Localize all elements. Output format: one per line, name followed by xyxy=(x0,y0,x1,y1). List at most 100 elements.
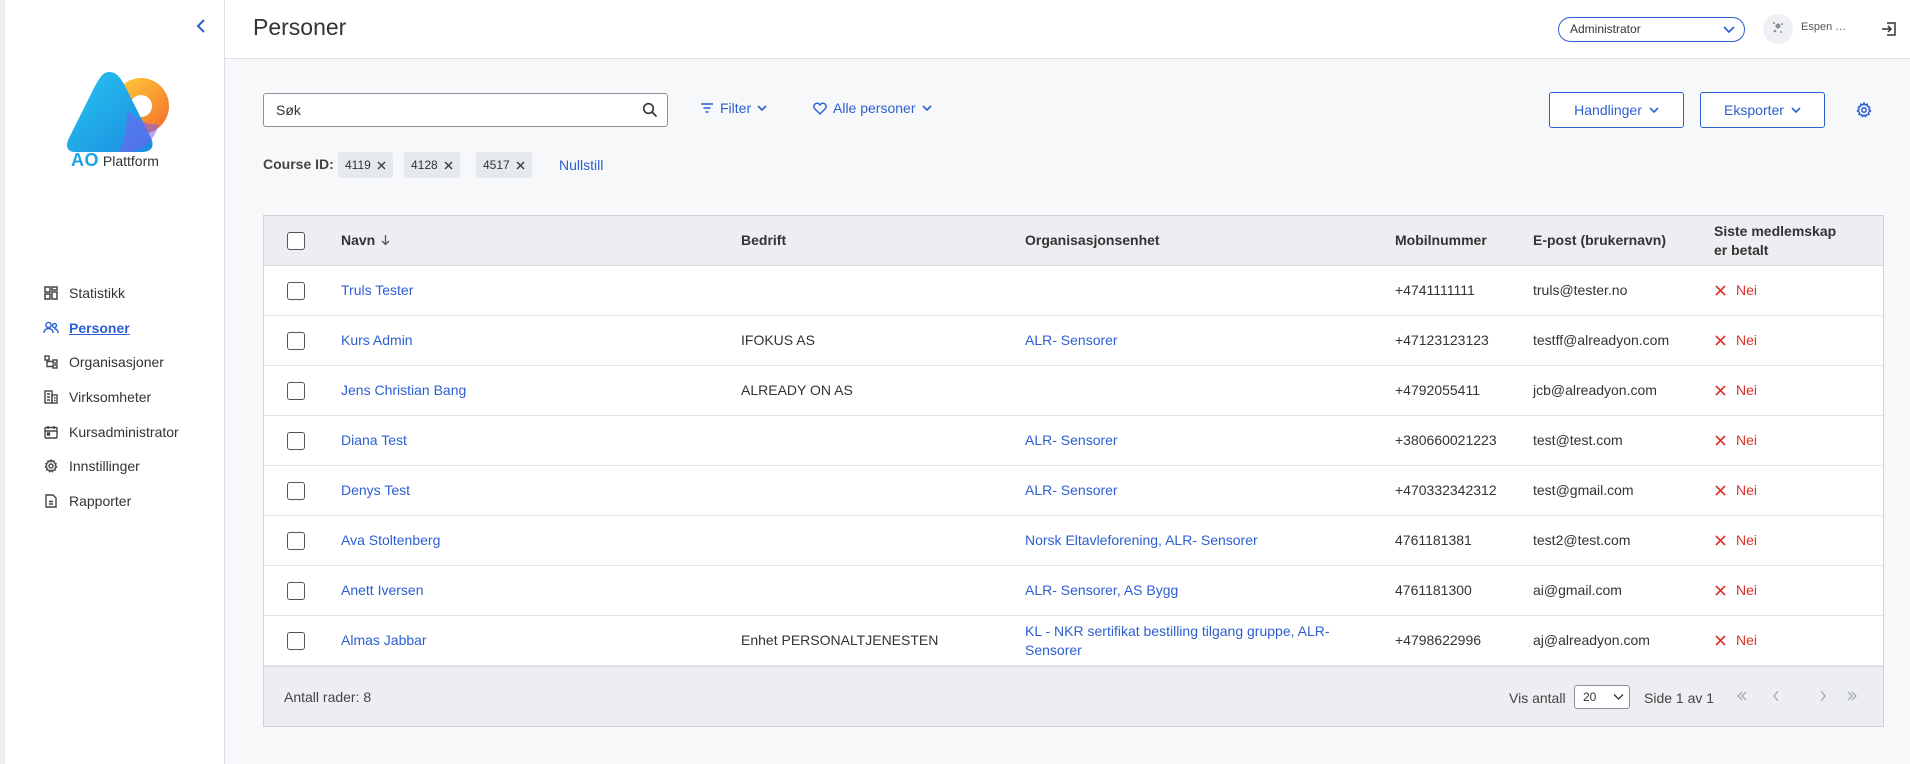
membership-status-text: Nei xyxy=(1736,632,1758,648)
close-icon[interactable] xyxy=(516,161,525,170)
chevrons-left-icon xyxy=(1737,691,1747,701)
sidebar-item-label: Personer xyxy=(69,319,130,336)
membership-status-text: Nei xyxy=(1736,582,1758,598)
search-input[interactable] xyxy=(264,94,624,126)
org-unit-link[interactable]: KL - NKR sertifikat bestilling tilgang g… xyxy=(1025,622,1355,660)
role-select[interactable]: Administrator xyxy=(1558,17,1745,42)
export-button[interactable]: Eksporter xyxy=(1700,92,1825,128)
table-row[interactable]: Kurs Admin IFOKUS AS ALR- Sensorer +4712… xyxy=(264,316,1883,366)
view-select-button[interactable]: Alle personer xyxy=(813,100,938,116)
close-icon[interactable] xyxy=(444,161,453,170)
row-checkbox[interactable] xyxy=(287,282,305,300)
table-row[interactable]: Denys Test ALR- Sensorer +470332342312 t… xyxy=(264,466,1883,516)
page-size-select[interactable]: 20 xyxy=(1574,685,1630,709)
next-page-button[interactable] xyxy=(1815,688,1831,704)
membership-status: Nei xyxy=(1715,632,1757,648)
close-icon xyxy=(1715,484,1726,496)
row-checkbox[interactable] xyxy=(287,582,305,600)
table-row[interactable]: Anett Iversen ALR- Sensorer, AS Bygg 476… xyxy=(264,566,1883,616)
column-header-name[interactable]: Navn xyxy=(341,232,390,248)
person-name-link[interactable]: Truls Tester xyxy=(341,282,413,298)
mobile-cell: 4761181381 xyxy=(1395,532,1472,548)
sidebar-item-statistikk[interactable]: Statistikk xyxy=(43,276,179,311)
sidebar-item-organisasjoner[interactable]: Organisasjoner xyxy=(43,345,179,380)
close-icon xyxy=(1715,534,1726,546)
membership-status-text: Nei xyxy=(1736,532,1758,548)
person-name-link[interactable]: Anett Iversen xyxy=(341,582,424,598)
report-icon xyxy=(43,493,59,509)
filter-chip: 4128 xyxy=(404,152,460,178)
membership-status: Nei xyxy=(1715,582,1757,598)
company-cell: Enhet PERSONALTJENESTEN xyxy=(741,632,939,648)
sidebar-item-virksomheter[interactable]: Virksomheter xyxy=(43,380,179,415)
collapse-sidebar-button[interactable] xyxy=(191,14,211,38)
first-page-button[interactable] xyxy=(1734,688,1750,704)
person-name-link[interactable]: Denys Test xyxy=(341,482,410,498)
org-unit-link[interactable]: ALR- Sensorer, AS Bygg xyxy=(1025,582,1178,598)
view-label: Alle personer xyxy=(833,100,916,116)
table-row[interactable]: Truls Tester +4741111111 truls@tester.no… xyxy=(264,266,1883,316)
last-page-button[interactable] xyxy=(1844,688,1860,704)
person-name-link[interactable]: Kurs Admin xyxy=(341,332,413,348)
sidebar-item-rapporter[interactable]: Rapporter xyxy=(43,484,179,519)
search-icon[interactable] xyxy=(642,102,658,118)
membership-status: Nei xyxy=(1715,332,1757,348)
select-all-checkbox[interactable] xyxy=(287,232,305,250)
mobile-cell: 4761181300 xyxy=(1395,582,1472,598)
person-name-link[interactable]: Ava Stoltenberg xyxy=(341,532,440,548)
mobile-cell: +4798622996 xyxy=(1395,632,1482,648)
column-header-org-unit[interactable]: Organisasjonsenhet xyxy=(1025,232,1160,248)
column-header-email[interactable]: E-post (brukernavn) xyxy=(1533,232,1666,248)
table-row[interactable]: Diana Test ALR- Sensorer +380660021223 t… xyxy=(264,416,1883,466)
column-header-mobile[interactable]: Mobilnummer xyxy=(1395,232,1487,248)
membership-status: Nei xyxy=(1715,532,1757,548)
row-checkbox[interactable] xyxy=(287,382,305,400)
org-unit-link[interactable]: Norsk Eltavleforening, ALR- Sensorer xyxy=(1025,532,1258,548)
sidebar-item-personer[interactable]: Personer xyxy=(43,311,179,346)
close-icon xyxy=(1715,334,1726,346)
previous-page-button[interactable] xyxy=(1768,688,1784,704)
reset-filters-link[interactable]: Nullstill xyxy=(559,157,603,173)
person-name-link[interactable]: Almas Jabbar xyxy=(341,632,427,648)
row-checkbox[interactable] xyxy=(287,332,305,350)
person-name-link[interactable]: Jens Christian Bang xyxy=(341,382,466,398)
chevrons-right-icon xyxy=(1847,691,1857,701)
logout-button[interactable] xyxy=(1880,20,1898,38)
email-cell: test2@test.com xyxy=(1533,532,1631,548)
row-checkbox[interactable] xyxy=(287,632,305,650)
role-select-value: Administrator xyxy=(1570,22,1641,36)
search-box xyxy=(263,93,668,127)
table-row[interactable]: Almas Jabbar Enhet PERSONALTJENESTEN KL … xyxy=(264,616,1883,666)
actions-button[interactable]: Handlinger xyxy=(1549,92,1684,128)
sidebar-item-kursadministrator[interactable]: Kursadministrator xyxy=(43,414,179,449)
filter-chip-value: 4517 xyxy=(483,158,510,172)
mobile-cell: +4741111111 xyxy=(1395,282,1475,298)
row-count: Antall rader: 8 xyxy=(284,689,372,705)
filter-button[interactable]: Filter xyxy=(700,100,773,116)
row-checkbox[interactable] xyxy=(287,532,305,550)
person-name-link[interactable]: Diana Test xyxy=(341,432,407,448)
avatar[interactable] xyxy=(1763,14,1793,44)
row-checkbox[interactable] xyxy=(287,432,305,450)
chevron-down-icon xyxy=(1723,26,1735,34)
persons-table: Navn Bedrift Organisasjonsenhet Mobilnum… xyxy=(263,215,1884,727)
org-unit-link[interactable]: ALR- Sensorer xyxy=(1025,432,1118,448)
org-unit-link[interactable]: ALR- Sensorer xyxy=(1025,482,1118,498)
column-header-company[interactable]: Bedrift xyxy=(741,232,786,248)
org-unit-link[interactable]: ALR- Sensorer xyxy=(1025,332,1118,348)
sidebar-item-innstillinger[interactable]: Innstillinger xyxy=(43,449,179,484)
sidebar-item-label: Rapporter xyxy=(69,492,132,509)
row-checkbox[interactable] xyxy=(287,482,305,500)
table-row[interactable]: Ava Stoltenberg Norsk Eltavleforening, A… xyxy=(264,516,1883,566)
column-header-membership[interactable]: Siste medlemskap er betalt xyxy=(1714,222,1836,260)
table-row[interactable]: Jens Christian Bang ALREADY ON AS +47920… xyxy=(264,366,1883,416)
mobile-cell: +4792055411 xyxy=(1395,382,1480,398)
chevron-right-icon xyxy=(1820,690,1826,702)
sidebar-item-label: Statistikk xyxy=(69,285,126,302)
close-icon[interactable] xyxy=(377,161,386,170)
company-cell: IFOKUS AS xyxy=(741,332,815,348)
sidebar-item-label: Kursadministrator xyxy=(69,423,179,440)
sidebar: AO Plattform Statistikk Personer Organis… xyxy=(0,0,225,764)
table-settings-icon[interactable] xyxy=(1856,102,1872,118)
membership-status-text: Nei xyxy=(1736,382,1758,398)
